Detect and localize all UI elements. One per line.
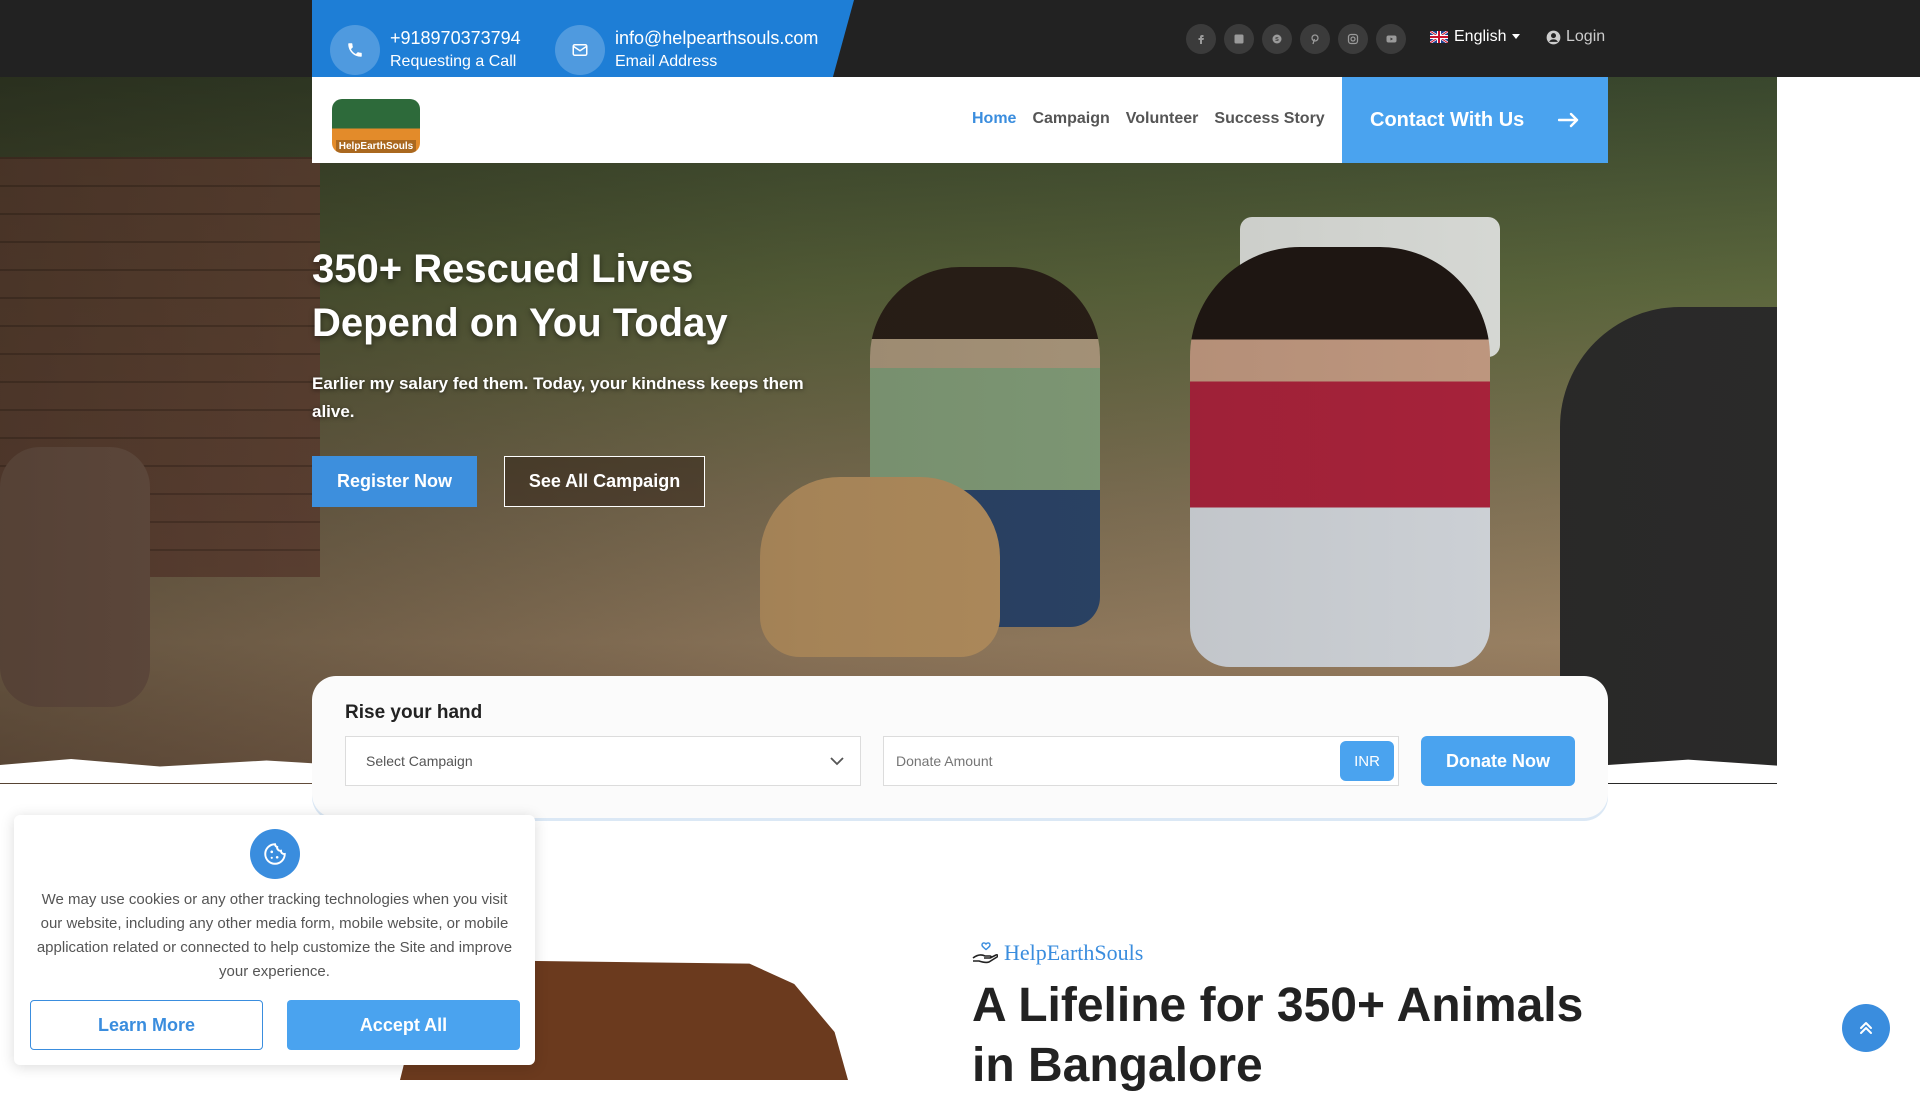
nav-links: Home Campaign Volunteer Success Story	[972, 110, 1341, 128]
uk-flag-icon	[1430, 31, 1448, 43]
chevron-down-icon	[830, 756, 844, 765]
caret-down-icon	[1512, 34, 1521, 39]
email-address[interactable]: info@helpearthsouls.com	[615, 26, 818, 50]
hero-title-line-1: 350+ Rescued Lives	[312, 247, 694, 291]
contact-button-label: Contact With Us	[1370, 108, 1525, 131]
site-logo[interactable]: HelpEarthSouls	[332, 99, 420, 153]
about-title: A Lifeline for 350+ Animals in Bangalore	[972, 979, 1584, 1092]
about-brand-label: HelpEarthSouls	[1004, 940, 1144, 965]
arrow-right-icon	[1558, 112, 1579, 128]
phone-label: Requesting a Call	[390, 53, 517, 70]
main-navbar: HelpEarthSouls Home Campaign Volunteer S…	[312, 77, 1608, 163]
learn-more-button[interactable]: Learn More	[30, 1000, 263, 1050]
campaign-select-value: Select Campaign	[366, 753, 473, 769]
donate-amount-input[interactable]	[896, 753, 1340, 769]
login-link[interactable]: Login	[1546, 28, 1605, 46]
twitter-icon[interactable]	[1224, 24, 1254, 54]
login-label: Login	[1566, 28, 1606, 45]
svg-text:S: S	[1275, 37, 1279, 43]
language-label: English	[1454, 28, 1507, 45]
mail-icon	[555, 25, 605, 75]
currency-badge: INR	[1340, 741, 1394, 781]
phone-number[interactable]: +918970373794	[390, 26, 521, 50]
instagram-icon[interactable]	[1338, 24, 1368, 54]
phone-icon	[330, 25, 380, 75]
skype-icon[interactable]: S	[1262, 24, 1292, 54]
top-bar	[0, 0, 1920, 77]
hero-title-line-2: Depend on You Today	[312, 301, 728, 345]
donate-now-button[interactable]: Donate Now	[1421, 736, 1575, 786]
nav-success-story[interactable]: Success Story	[1214, 110, 1324, 128]
donate-amount-field[interactable]: INR	[883, 736, 1399, 786]
cookie-icon	[250, 829, 300, 879]
phone-contact[interactable]: +918970373794 Requesting a Call	[330, 25, 521, 75]
campaign-select[interactable]: Select Campaign	[345, 736, 861, 786]
cookie-consent-banner: We may use cookies or any other tracking…	[14, 815, 535, 1065]
language-selector[interactable]: English	[1430, 28, 1521, 46]
accept-all-button[interactable]: Accept All	[287, 1000, 520, 1050]
youtube-icon[interactable]	[1376, 24, 1406, 54]
nav-home[interactable]: Home	[972, 110, 1016, 128]
user-circle-icon	[1546, 30, 1561, 44]
social-links: S	[1186, 24, 1406, 54]
email-label: Email Address	[615, 53, 718, 70]
see-all-campaign-button[interactable]: See All Campaign	[504, 456, 705, 507]
register-now-button[interactable]: Register Now	[312, 456, 477, 507]
cookie-text: We may use cookies or any other tracking…	[36, 891, 513, 980]
helping-hand-heart-icon	[972, 942, 998, 964]
about-brand: HelpEarthSouls	[972, 940, 1143, 966]
hero-title: 350+ Rescued Lives Depend on You Today	[312, 242, 872, 350]
contact-with-us-button[interactable]: Contact With Us	[1342, 77, 1608, 163]
donate-title: Rise your hand	[345, 702, 483, 723]
scroll-to-top-button[interactable]	[1842, 1004, 1890, 1052]
nav-campaign[interactable]: Campaign	[1032, 110, 1109, 128]
double-chevron-up-icon	[1860, 1022, 1872, 1034]
pinterest-icon[interactable]	[1300, 24, 1330, 54]
email-contact[interactable]: info@helpearthsouls.com Email Address	[555, 25, 818, 75]
hero-subtitle: Earlier my salary fed them. Today, your …	[312, 374, 804, 421]
donate-card: Rise your hand Select Campaign INR Donat…	[312, 676, 1608, 818]
nav-volunteer[interactable]: Volunteer	[1126, 110, 1199, 128]
facebook-icon[interactable]	[1186, 24, 1216, 54]
logo-text: HelpEarthSouls	[335, 140, 417, 153]
